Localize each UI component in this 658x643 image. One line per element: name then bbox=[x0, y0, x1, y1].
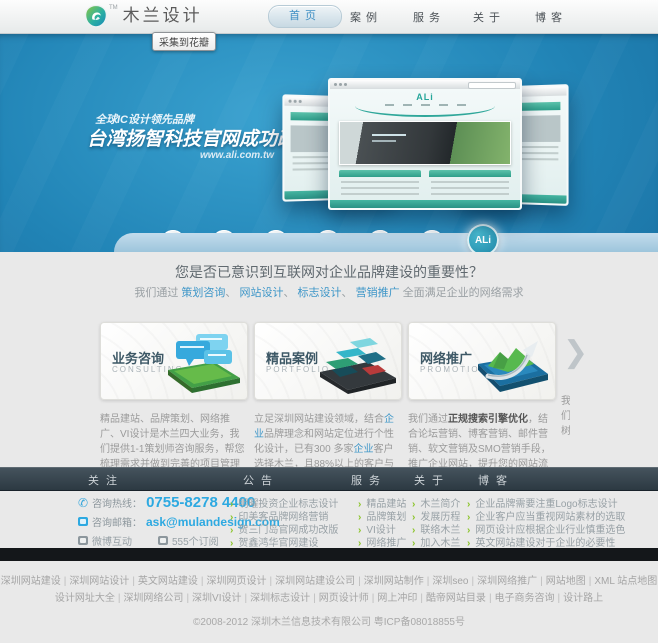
hero-banner: 全球IC设计领先品牌 台湾扬智科技官网成功改版 www.ali.com.tw A… bbox=[0, 34, 658, 252]
bottom-link[interactable]: 深圳网络推广 bbox=[477, 576, 537, 587]
logo-text: 木兰设计 bbox=[122, 6, 203, 25]
hotline-label: 咨询热线： bbox=[92, 499, 143, 510]
bottom-link[interactable]: 电子商务咨询 bbox=[495, 593, 555, 604]
link-logodesign[interactable]: 标志设计 bbox=[298, 287, 342, 299]
nav-item-about[interactable]: 关于 bbox=[473, 9, 505, 25]
copyright: ©2008-2012 深圳木兰信息技术有限公司 粤ICP备08018855号 bbox=[193, 617, 465, 628]
nav-item-cases[interactable]: 案例 bbox=[350, 9, 382, 25]
ali-page-footer bbox=[330, 200, 520, 208]
email-label: 咨询邮箱： bbox=[92, 518, 142, 529]
banner-title: 台湾扬智科技官网成功改版 bbox=[87, 129, 316, 150]
banner-bottom-band bbox=[114, 233, 658, 252]
footer-dark: 关注 公告 服务 关于 博客 ✆ 咨询热线： 0755-8278 4400 咨询… bbox=[0, 467, 658, 549]
hotline-row: ✆ 咨询热线： 0755-8278 4400 bbox=[78, 494, 255, 511]
bottom-link[interactable]: 深圳VI设计 bbox=[192, 593, 241, 604]
browser-window-main: ALi bbox=[328, 78, 522, 210]
weibo-icon bbox=[78, 536, 88, 545]
about-link[interactable]: › 加入木兰 bbox=[412, 534, 460, 549]
mulan-logo-icon bbox=[84, 4, 108, 33]
bottom-links-row-1: 深圳网站建设 | 深圳网站设计 | 英文网站建设 | 深圳网页设计 | 深圳网站建设公司 | 深圳网… bbox=[0, 576, 658, 587]
banner-url: www.ali.com.tw bbox=[200, 150, 275, 161]
site-logo[interactable]: TM 木兰设计 bbox=[84, 4, 203, 33]
intro-prefix: 我们通过 bbox=[134, 287, 182, 299]
bottom-link[interactable]: 深圳网站制作 bbox=[364, 576, 424, 587]
bottom-link[interactable]: 设计网址大全 bbox=[55, 593, 115, 604]
blog-link[interactable]: › 英文网站建设对于企业的必要性 bbox=[467, 534, 615, 549]
bottom-link[interactable]: 深圳网站设计 bbox=[69, 576, 129, 587]
intro-subline: 我们通过 策划咨询、 网站设计、 标志设计、 营销推广 全面满足企业的网络需求 bbox=[134, 287, 524, 299]
intro-heading: 您是否已意识到互联网对企业品牌建设的重要性？ bbox=[175, 264, 483, 280]
bottom-link[interactable]: 设计路上 bbox=[563, 593, 603, 604]
clipped-next-card-text: 我们树业 bbox=[561, 396, 570, 437]
bottom-link[interactable]: 网站地图 bbox=[546, 576, 586, 587]
social-row: 微博互动 555个订阅 bbox=[78, 533, 219, 548]
footer-header-notice: 公告 bbox=[243, 475, 279, 487]
top-header: TM 木兰设计 首页 案例 服务 关于 博客 bbox=[0, 0, 658, 34]
bottom-link[interactable]: 网页设计师 bbox=[319, 593, 369, 604]
ali-site-logo: ALi bbox=[416, 92, 434, 102]
ali-swoosh-decoration bbox=[355, 106, 495, 117]
bottom-link[interactable]: 英文网站建设 bbox=[138, 576, 198, 587]
collect-huaban-button[interactable]: 采集到花瓣 bbox=[152, 32, 216, 51]
ali-webpage: ALi bbox=[330, 89, 520, 208]
promotion-growth-arrow-icon bbox=[460, 328, 552, 399]
bottom-link[interactable]: 深圳网页设计 bbox=[207, 576, 267, 587]
footer-header-follow: 关注 bbox=[88, 475, 124, 487]
bottom-link[interactable]: XML 站点地图 bbox=[594, 576, 657, 587]
link-marketing[interactable]: 营销推广 bbox=[356, 287, 400, 299]
card-portfolio-box[interactable]: 精品案例 PORTFOLIO bbox=[254, 322, 402, 400]
card-promotion: 网络推广 PROMOTION 我们通过正规搜索引擎优化，结合论坛营销、博客营销、… bbox=[408, 322, 556, 487]
bottom-link[interactable]: 深圳网站建设公司 bbox=[275, 576, 355, 587]
bottom-links-row-2: 设计网址大全 | 深圳网络公司 | 深圳VI设计 | 深圳标志设计 | 网页设计师 | 网上冲印 | 酷… bbox=[54, 593, 604, 604]
weibo-link[interactable]: 微博互动 bbox=[92, 533, 132, 548]
bottom-link[interactable]: 深圳标志设计 bbox=[250, 593, 310, 604]
bottom-link[interactable]: 酷帝网站目录 bbox=[426, 593, 486, 604]
ali-content-columns bbox=[339, 170, 511, 195]
bottom-link[interactable]: 网上冲印 bbox=[377, 593, 417, 604]
link-webdesign[interactable]: 网站设计 bbox=[239, 287, 283, 299]
phone-icon: ✆ bbox=[78, 495, 89, 510]
intro-suffix: 全面满足企业的网络需求 bbox=[399, 287, 524, 299]
bottom-link[interactable]: 深圳网站建设 bbox=[1, 576, 61, 587]
rss-icon bbox=[158, 536, 168, 545]
rss-link[interactable]: 555个订阅 bbox=[172, 533, 219, 548]
ali-hero-image bbox=[339, 121, 511, 165]
footer-black-strip bbox=[0, 548, 658, 561]
bottom-link[interactable]: 深圳网络公司 bbox=[123, 593, 183, 604]
card-portfolio: 精品案例 PORTFOLIO 立足深圳网站建设领域，结合企业品牌理念和网站定位进… bbox=[254, 322, 402, 487]
nav-item-home[interactable]: 首页 bbox=[268, 5, 342, 28]
card-promotion-box[interactable]: 网络推广 PROMOTION bbox=[408, 322, 556, 400]
link-planning[interactable]: 策划咨询 bbox=[181, 287, 225, 299]
email-icon bbox=[78, 517, 88, 526]
consulting-chat-bubbles-icon bbox=[152, 328, 244, 399]
nav-item-services[interactable]: 服务 bbox=[413, 9, 445, 25]
card-consulting: 业务咨询 CONSULTING 精品建站、品牌策划、网络推广、VI设计是木兰四大… bbox=[100, 322, 248, 487]
nav-item-blog[interactable]: 博客 bbox=[535, 9, 567, 25]
logo-tm: TM bbox=[109, 5, 118, 11]
card-consulting-box[interactable]: 业务咨询 CONSULTING bbox=[100, 322, 248, 400]
link-enterprise[interactable]: 企业 bbox=[353, 444, 373, 455]
browser-titlebar bbox=[330, 80, 520, 89]
footer-header-blog: 博客 bbox=[478, 475, 514, 487]
address-bar bbox=[468, 82, 516, 89]
footer-header-services: 服务 bbox=[351, 475, 387, 487]
footer-header-about: 关于 bbox=[414, 475, 450, 487]
bottom-link[interactable]: 深圳seo bbox=[432, 576, 468, 587]
client-logo-icon-ali-active[interactable]: ALi bbox=[467, 224, 499, 252]
carousel-next-icon[interactable]: ❯ bbox=[563, 338, 588, 368]
footer-header-band: 关注 公告 服务 关于 博客 bbox=[0, 467, 658, 491]
service-link[interactable]: › 网络推广 bbox=[358, 534, 406, 549]
portfolio-stack-icon bbox=[306, 328, 398, 399]
notice-link[interactable]: › 贺鑫鸿华官网建设 bbox=[230, 534, 318, 549]
